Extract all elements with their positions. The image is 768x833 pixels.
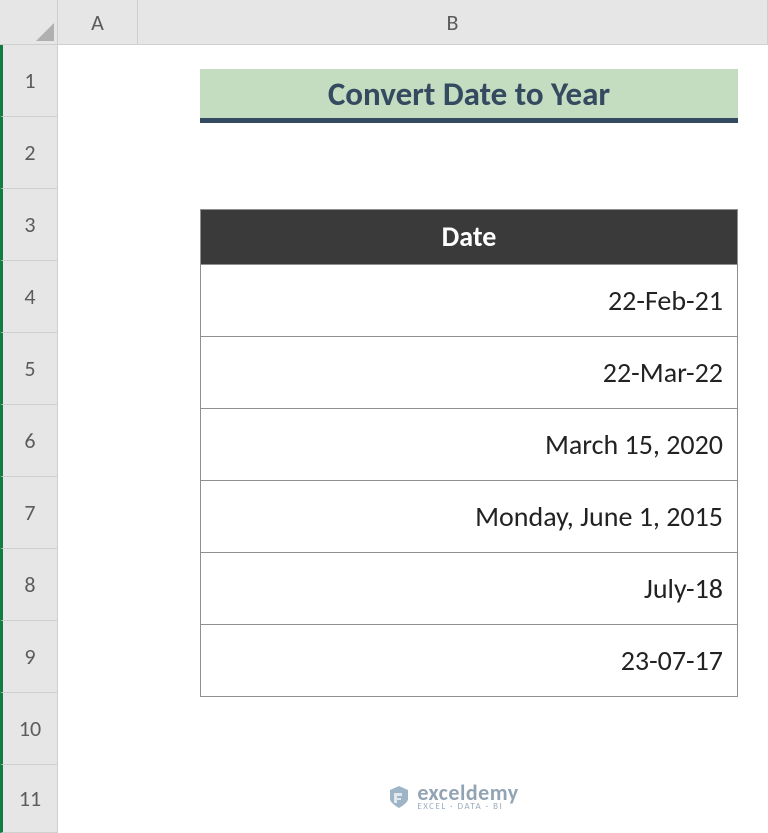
row-header-10[interactable]: 10: [0, 693, 58, 765]
row-header-6[interactable]: 6: [0, 405, 58, 477]
table-row[interactable]: 22-Feb-21: [201, 264, 737, 336]
row-header-4[interactable]: 4: [0, 261, 58, 333]
cell-A1[interactable]: [58, 45, 138, 117]
row-header-5[interactable]: 5: [0, 333, 58, 405]
row-header-8[interactable]: 8: [0, 549, 58, 621]
spreadsheet-grid: A B 1 Convert Date to Year Date 22-Feb-2…: [0, 0, 768, 833]
table-row[interactable]: 22-Mar-22: [201, 336, 737, 408]
watermark: exceldemy EXCEL · DATA · BI: [138, 782, 768, 811]
row-header-9[interactable]: 9: [0, 621, 58, 693]
row-header-11[interactable]: 11: [0, 765, 58, 833]
cell-A10[interactable]: [58, 693, 138, 765]
cell-A3[interactable]: [58, 189, 138, 261]
select-all-triangle-icon: [36, 23, 54, 41]
title-banner: Convert Date to Year: [200, 69, 738, 123]
cell-A2[interactable]: [58, 117, 138, 189]
column-header-B[interactable]: B: [138, 0, 768, 45]
watermark-tagline: EXCEL · DATA · BI: [417, 802, 518, 811]
table-header: Date: [201, 210, 737, 264]
select-all-corner[interactable]: [0, 0, 58, 45]
cell-A11[interactable]: [58, 765, 138, 833]
logo-icon: [387, 785, 411, 809]
table-row[interactable]: July-18: [201, 552, 737, 624]
date-table: Date 22-Feb-21 22-Mar-22 March 15, 2020 …: [200, 209, 738, 697]
cell-A9[interactable]: [58, 621, 138, 693]
content-area: Convert Date to Year Date 22-Feb-21 22-M…: [138, 45, 768, 833]
cell-A7[interactable]: [58, 477, 138, 549]
cell-A6[interactable]: [58, 405, 138, 477]
row-header-1[interactable]: 1: [0, 45, 58, 117]
cell-A4[interactable]: [58, 261, 138, 333]
cell-A8[interactable]: [58, 549, 138, 621]
row-header-7[interactable]: 7: [0, 477, 58, 549]
table-row[interactable]: 23-07-17: [201, 624, 737, 696]
cell-A5[interactable]: [58, 333, 138, 405]
table-row[interactable]: March 15, 2020: [201, 408, 737, 480]
table-row[interactable]: Monday, June 1, 2015: [201, 480, 737, 552]
column-header-A[interactable]: A: [58, 0, 138, 45]
row-header-2[interactable]: 2: [0, 117, 58, 189]
row-header-3[interactable]: 3: [0, 189, 58, 261]
